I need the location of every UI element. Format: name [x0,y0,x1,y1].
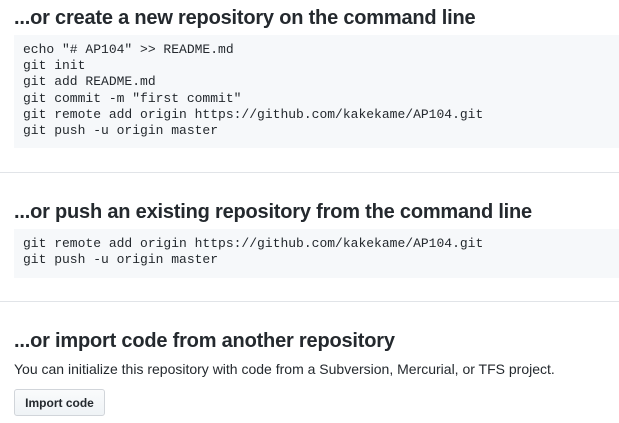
import-repo-heading: ...or import code from another repositor… [14,330,395,352]
code-line: echo "# AP104" >> README.md [23,42,234,57]
section-divider [0,301,619,302]
code-line: git add README.md [23,74,156,90]
import-description: You can initialize this repository with … [14,361,555,377]
create-repo-heading: ...or create a new repository on the com… [14,7,476,29]
create-repo-code-block[interactable]: echo "# AP104" >> README.md git init git… [14,35,619,148]
code-line: git init [23,58,86,74]
code-line: git push -u origin master [23,123,219,139]
code-line: git remote add origin https://github.com… [23,106,484,122]
push-repo-heading: ...or push an existing repository from t… [14,201,532,223]
code-line: git push -u origin master [23,252,219,268]
section-divider [0,172,619,173]
import-code-button[interactable]: Import code [14,389,105,416]
code-line: git commit -m "first commit" [23,90,242,106]
code-line: git remote add origin https://github.com… [23,236,484,251]
push-repo-code-block[interactable]: git remote add origin https://github.com… [14,229,619,278]
